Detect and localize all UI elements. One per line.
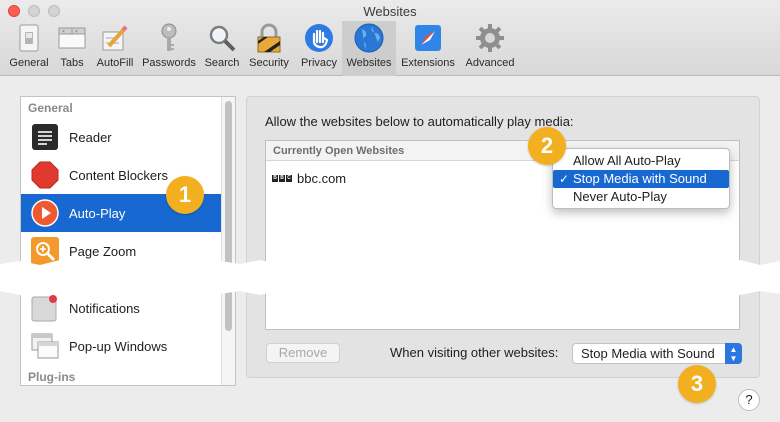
toolbar-passwords[interactable]: Passwords [140, 21, 198, 76]
tabs-icon: × × [55, 21, 89, 55]
bbc-favicon-icon: BBC [272, 175, 292, 182]
sidebar-section-general: General [28, 101, 73, 115]
help-button[interactable]: ? [738, 389, 760, 411]
toolbar-autofill[interactable]: AutoFill [93, 21, 137, 76]
toolbar-tabs[interactable]: × × Tabs [55, 21, 89, 76]
menu-option-allow-all[interactable]: Allow All Auto-Play [553, 152, 729, 170]
sidebar-item-label: Pop-up Windows [69, 338, 168, 354]
popup-value: Stop Media with Sound [581, 346, 715, 361]
popup-windows-icon [31, 332, 59, 360]
globe-icon [352, 21, 386, 55]
chevron-updown-icon: ▲ ▼ [725, 343, 742, 364]
window-title: Websites [363, 4, 417, 19]
menu-option-stop-media-with-sound[interactable]: ✓ Stop Media with Sound [553, 170, 729, 188]
magnifier-icon [205, 21, 239, 55]
svg-text:×: × [75, 29, 78, 35]
toolbar-general[interactable]: General [7, 21, 51, 76]
toolbar-privacy[interactable]: Privacy [297, 21, 341, 76]
sidebar-item-label: Auto-Play [69, 205, 126, 221]
key-icon [152, 21, 186, 55]
toolbar-search[interactable]: Search [203, 21, 241, 76]
sidebar-item-label: Page Zoom [69, 243, 137, 259]
hand-icon [302, 21, 336, 55]
site-name: bbc.com [297, 171, 347, 186]
toolbar-extensions[interactable]: Extensions [398, 21, 458, 76]
padlock-icon [252, 21, 286, 55]
auto-play-menu: Allow All Auto-Play ✓ Stop Media with So… [552, 148, 730, 209]
torn-paper-divider [0, 260, 780, 296]
sidebar-item-reader[interactable]: Reader [21, 118, 221, 156]
sidebar-item-pop-up-windows[interactable]: Pop-up Windows [21, 327, 221, 365]
window-titlebar: Websites General × × Tabs AutoFill Passwo… [0, 0, 780, 76]
sidebar-section-plugins: Plug-ins [28, 370, 76, 384]
reader-icon [31, 123, 59, 151]
pencil-form-icon [98, 21, 132, 55]
sidebar-item-label: Reader [69, 129, 112, 145]
other-websites-popup[interactable]: Stop Media with Sound ▲ ▼ [572, 343, 742, 364]
sidebar-item-label: Content Blockers [69, 167, 168, 183]
toolbar-websites[interactable]: Websites [342, 21, 396, 76]
list-item[interactable]: BBC bbc.com [272, 171, 346, 186]
gear-icon [473, 21, 507, 55]
puzzle-compass-icon [411, 21, 445, 55]
toolbar-security[interactable]: Security [246, 21, 292, 76]
menu-option-label: Stop Media with Sound [573, 171, 707, 186]
other-websites-label: When visiting other websites: [390, 345, 559, 360]
menu-option-never[interactable]: Never Auto-Play [553, 188, 729, 206]
toolbar-advanced[interactable]: Advanced [463, 21, 517, 76]
callout-badge-3: 3 [678, 365, 716, 403]
websites-sidebar: General Reader Content Blockers Auto-Pla… [20, 96, 236, 386]
general-switch-icon [12, 21, 46, 55]
callout-badge-2: 2 [528, 127, 566, 165]
pane-caption: Allow the websites below to automaticall… [265, 114, 574, 129]
svg-text:×: × [62, 29, 65, 35]
play-icon [31, 199, 59, 227]
notification-icon [31, 294, 59, 322]
sidebar-item-label: Notifications [69, 300, 140, 316]
checkmark-icon: ✓ [559, 172, 570, 186]
callout-badge-1: 1 [166, 176, 204, 214]
remove-button[interactable]: Remove [266, 343, 340, 363]
stop-sign-icon [31, 161, 59, 189]
